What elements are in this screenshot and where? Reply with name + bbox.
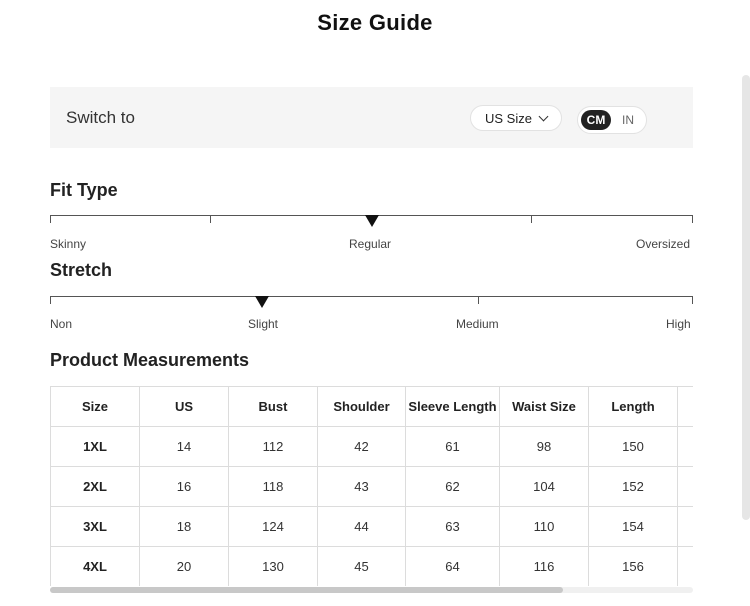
page-title: Size Guide	[317, 10, 433, 35]
table-cell: 43	[317, 466, 406, 507]
table-cell: 45	[317, 546, 406, 586]
table-cell	[677, 466, 693, 507]
table-row: 4XL 20 130 45 64 116 156	[50, 546, 693, 586]
table-cell: 3XL	[50, 506, 140, 547]
stretch-label-slight: Slight	[248, 317, 279, 331]
table-cell: 61	[405, 426, 500, 467]
table-cell: 64	[405, 546, 500, 586]
table-header-row: Size US Bust Shoulder Sleeve Length Wais…	[50, 386, 693, 427]
unit-switch-bar: Switch to US Size CM IN	[50, 87, 693, 148]
table-cell: 18	[139, 506, 229, 547]
switch-label: Switch to	[66, 108, 135, 127]
table-cell: 1XL	[50, 426, 140, 467]
header-bust: Bust	[228, 386, 318, 427]
fit-type-title: Fit Type	[50, 180, 118, 200]
chevron-down-icon	[538, 111, 549, 121]
horizontal-scroll-thumb[interactable]	[50, 587, 563, 593]
measurements-table-container[interactable]: Size US Bust Shoulder Sleeve Length Wais…	[50, 386, 693, 586]
table-cell: 4XL	[50, 546, 140, 586]
table-cell: 42	[317, 426, 406, 467]
table-row: 1XL 14 112 42 61 98 150	[50, 426, 693, 467]
stretch-label-medium: Medium	[456, 317, 499, 331]
table-cell: 118	[228, 466, 318, 507]
fit-label-skinny: Skinny	[50, 237, 87, 251]
table-cell: 104	[499, 466, 589, 507]
fit-label-regular: Regular	[349, 237, 392, 251]
table-cell: 16	[139, 466, 229, 507]
table-cell: 14	[139, 426, 229, 467]
header-shoulder: Shoulder	[317, 386, 406, 427]
table-cell: 152	[588, 466, 678, 507]
header-overflow	[677, 386, 693, 427]
table-cell	[677, 546, 693, 586]
fit-type-marker	[364, 215, 379, 227]
stretch-title: Stretch	[50, 260, 113, 280]
measurements-table: Size US Bust Shoulder Sleeve Length Wais…	[50, 386, 693, 586]
unit-option-in[interactable]: IN	[615, 110, 641, 130]
measurements-title: Product Measurements	[50, 350, 250, 370]
header-waist-size: Waist Size	[499, 386, 589, 427]
table-cell: 112	[228, 426, 318, 467]
table-cell: 124	[228, 506, 318, 547]
table-cell	[677, 426, 693, 467]
table-cell: 63	[405, 506, 500, 547]
stretch-scale	[50, 296, 693, 308]
fit-label-oversized: Oversized	[636, 237, 691, 251]
table-cell: 2XL	[50, 466, 140, 507]
table-cell: 150	[588, 426, 678, 467]
stretch-label-non: Non	[50, 317, 73, 331]
table-row: 3XL 18 124 44 63 110 154	[50, 506, 693, 547]
table-row: 2XL 16 118 43 62 104 152	[50, 466, 693, 507]
header-sleeve-length: Sleeve Length	[405, 386, 500, 427]
table-horizontal-scrollbar[interactable]	[50, 587, 693, 593]
unit-option-cm[interactable]: CM	[581, 110, 611, 130]
page-vertical-scrollbar[interactable]	[742, 75, 750, 520]
stretch-label-high: High	[666, 317, 691, 331]
table-cell: 98	[499, 426, 589, 467]
size-system-value: US Size	[485, 110, 532, 126]
unit-toggle[interactable]: CM IN	[577, 106, 647, 134]
table-cell: 156	[588, 546, 678, 586]
table-cell: 20	[139, 546, 229, 586]
table-cell	[677, 506, 693, 547]
fit-type-scale	[50, 215, 693, 227]
table-cell: 44	[317, 506, 406, 547]
header-size: Size	[50, 386, 140, 427]
table-cell: 62	[405, 466, 500, 507]
stretch-marker	[255, 296, 270, 308]
table-cell: 130	[228, 546, 318, 586]
header-us: US	[139, 386, 229, 427]
table-cell: 116	[499, 546, 589, 586]
header-length: Length	[588, 386, 678, 427]
table-cell: 110	[499, 506, 589, 547]
size-system-dropdown[interactable]: US Size	[470, 105, 562, 131]
table-cell: 154	[588, 506, 678, 547]
